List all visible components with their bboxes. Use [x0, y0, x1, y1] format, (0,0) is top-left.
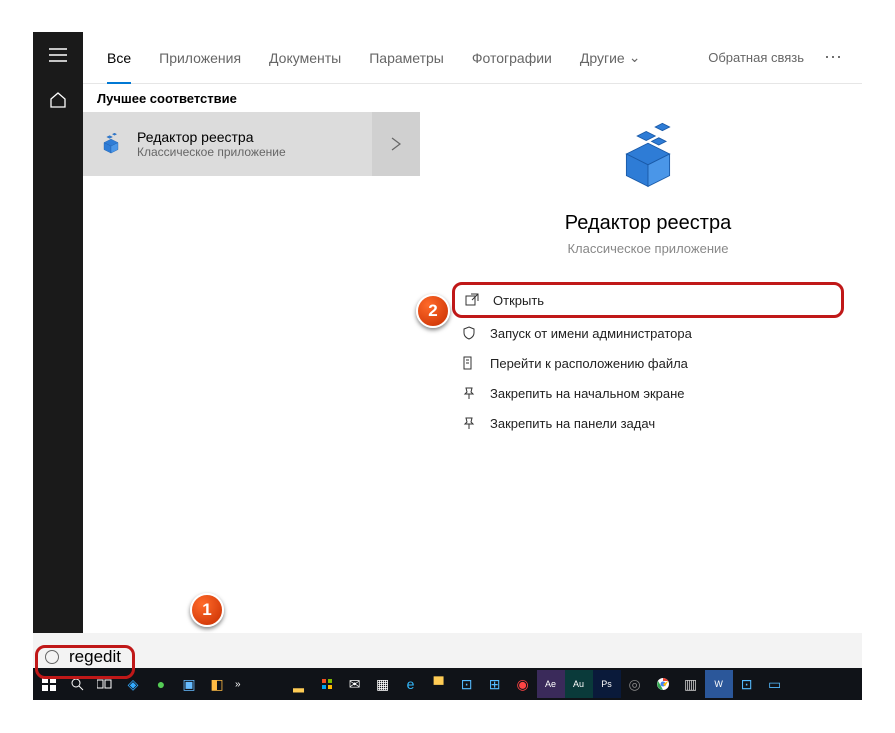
- taskbar-search-icon[interactable]: [63, 670, 91, 698]
- action-run-admin[interactable]: Запуск от имени администратора: [452, 318, 844, 348]
- detail-pane: Редактор реестра Классическое приложение…: [434, 84, 862, 666]
- taskbar-app-icon[interactable]: ▣: [175, 670, 203, 698]
- tab-apps[interactable]: Приложения: [145, 32, 255, 84]
- expand-arrow-button[interactable]: [372, 112, 420, 176]
- best-match-label: Лучшее соответствие: [83, 84, 462, 112]
- action-pin-taskbar[interactable]: Закрепить на панели задач: [452, 408, 844, 438]
- taskbar-app-icon[interactable]: ▦: [369, 670, 397, 698]
- tab-photos[interactable]: Фотографии: [458, 32, 566, 84]
- result-title: Редактор реестра: [137, 129, 286, 145]
- regedit-icon: [95, 128, 127, 160]
- taskbar: ◈ ● ▣ ◧ » ▂ ✉ ▦ e ▀ ⊡ ⊞ ◉ Ae Au Ps ◎ ▥ W…: [33, 668, 862, 700]
- action-label: Запуск от имени администратора: [490, 326, 692, 341]
- action-open-location[interactable]: Перейти к расположению файла: [452, 348, 844, 378]
- feedback-link[interactable]: Обратная связь: [698, 50, 814, 65]
- action-open[interactable]: Открыть: [452, 282, 844, 318]
- search-input[interactable]: [69, 647, 850, 667]
- taskbar-app-icon[interactable]: ⊞: [481, 670, 509, 698]
- taskbar-app-icon[interactable]: ▥: [677, 670, 705, 698]
- detail-title: Редактор реестра: [565, 212, 731, 235]
- taskbar-app-icon[interactable]: [313, 670, 341, 698]
- action-label: Открыть: [493, 293, 544, 308]
- action-label: Закрепить на начальном экране: [490, 386, 685, 401]
- annotation-badge-2: 2: [416, 294, 450, 328]
- taskbar-app-icon[interactable]: ⊡: [453, 670, 481, 698]
- taskbar-app-icon[interactable]: ▭: [761, 670, 789, 698]
- taskbar-app-icon[interactable]: Ps: [593, 670, 621, 698]
- regedit-large-icon: [608, 114, 688, 194]
- taskbar-app-icon[interactable]: ◉: [509, 670, 537, 698]
- tab-docs[interactable]: Документы: [255, 32, 355, 84]
- action-label: Перейти к расположению файла: [490, 356, 688, 371]
- tab-settings[interactable]: Параметры: [355, 32, 458, 84]
- annotation-badge-1: 1: [190, 593, 224, 627]
- result-subtitle: Классическое приложение: [137, 145, 286, 159]
- action-pin-start[interactable]: Закрепить на начальном экране: [452, 378, 844, 408]
- taskbar-app-icon[interactable]: ◧: [203, 670, 231, 698]
- taskbar-app-icon[interactable]: Ae: [537, 670, 565, 698]
- tab-more[interactable]: Другие⌄: [566, 32, 655, 84]
- taskbar-app-icon[interactable]: W: [705, 670, 733, 698]
- taskbar-app-icon[interactable]: e: [397, 670, 425, 698]
- menu-button[interactable]: [33, 32, 83, 77]
- pin-icon: [460, 386, 478, 400]
- action-label: Закрепить на панели задач: [490, 416, 655, 431]
- open-icon: [463, 293, 481, 307]
- more-icon[interactable]: ⋯: [814, 47, 852, 68]
- taskbar-app-icon[interactable]: ◈: [119, 670, 147, 698]
- shield-icon: [460, 326, 478, 340]
- taskbar-app-icon[interactable]: Au: [565, 670, 593, 698]
- start-button[interactable]: [35, 670, 63, 698]
- taskbar-app-icon[interactable]: ▂: [285, 670, 313, 698]
- left-rail: [33, 32, 83, 666]
- home-button[interactable]: [33, 77, 83, 122]
- result-item-regedit[interactable]: Редактор реестра Классическое приложение: [83, 112, 420, 176]
- tab-all[interactable]: Все: [93, 32, 145, 84]
- taskbar-overflow-icon[interactable]: »: [231, 679, 245, 690]
- taskbar-app-icon[interactable]: ▀: [425, 670, 453, 698]
- taskbar-app-icon[interactable]: ✉: [341, 670, 369, 698]
- search-header: Все Приложения Документы Параметры Фотог…: [83, 32, 862, 84]
- taskbar-app-icon[interactable]: ⊡: [733, 670, 761, 698]
- folder-icon: [460, 356, 478, 370]
- taskbar-app-icon[interactable]: [649, 670, 677, 698]
- cortana-circle-icon: [45, 650, 59, 664]
- chevron-down-icon: ⌄: [629, 49, 641, 66]
- pin-icon: [460, 416, 478, 430]
- taskbar-app-icon[interactable]: ◎: [621, 670, 649, 698]
- taskbar-app-icon[interactable]: ●: [147, 670, 175, 698]
- task-view-icon[interactable]: [91, 670, 119, 698]
- detail-subtitle: Классическое приложение: [567, 241, 728, 256]
